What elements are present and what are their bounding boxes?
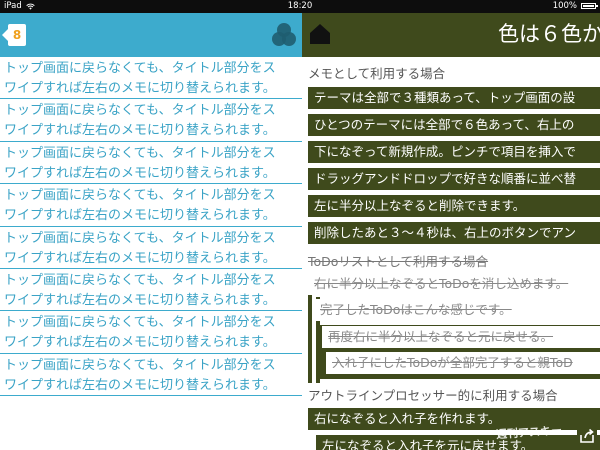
badge-count: 8 — [8, 24, 26, 46]
clock: 18:20 — [287, 1, 313, 11]
list-item[interactable]: トップ画面に戻らなくても、タイトル部分をス ワイプすれば左右のメモに切り替えられ… — [0, 142, 302, 185]
list-item[interactable]: 入れ子にしたToDoが全部完了すると親ToD — [326, 352, 600, 374]
list-item[interactable]: トップ画面に戻らなくても、タイトル部分をス ワイプすれば左右のメモに切り替えられ… — [0, 269, 302, 312]
list-item[interactable]: トップ画面に戻らなくても、タイトル部分をス ワイプすれば左右のメモに切り替えられ… — [0, 57, 302, 100]
list-item[interactable]: トップ画面に戻らなくても、タイトル部分をス ワイプすれば左右のメモに切り替えられ… — [0, 184, 302, 227]
page-title: 色は６色か — [498, 22, 600, 46]
status-bar: iPad 18:20 100% — [0, 0, 600, 13]
list-item[interactable]: 再度右に半分以上なぞると元に戻せる。 — [322, 326, 600, 348]
list-item[interactable]: 完了したToDoはこんな感じです。 — [314, 299, 600, 321]
tab-badge-icon[interactable]: 8 — [2, 24, 26, 46]
list-item[interactable]: ひとつのテーマには全部で６色あって、右上の — [308, 114, 600, 136]
battery-icon — [581, 3, 598, 9]
list-item[interactable]: トップ画面に戻らなくても、タイトル部分をス ワイプすれば左右のメモに切り替えられ… — [0, 311, 302, 354]
memo-list: トップ画面に戻らなくても、タイトル部分をス ワイプすれば左右のメモに切り替えられ… — [0, 57, 302, 397]
list-item[interactable]: トップ画面に戻らなくても、タイトル部分をス ワイプすれば左右のメモに切り替えられ… — [0, 227, 302, 269]
list-item[interactable]: 下になぞって新規作成。ピンチで項目を挿入で — [308, 141, 600, 163]
section-title-todo: ToDoリストとして利用する場合 — [308, 254, 489, 269]
section-title-memo: メモとして利用する場合 — [308, 66, 446, 81]
list-item[interactable]: 左に半分以上なぞると削除できます。 — [308, 195, 600, 217]
list-item[interactable]: 右に半分以上なぞるとToDoを消し込めます。 — [308, 273, 600, 295]
battery-percent: 100% — [552, 1, 577, 11]
share-icon[interactable] — [577, 427, 597, 445]
list-item[interactable]: トップ画面に戻らなくても、タイトル部分をス ワイプすれば左右のメモに切り替えられ… — [0, 354, 302, 397]
color-circles-icon[interactable] — [270, 21, 298, 49]
list-item[interactable]: テーマは全部で３種類あって、トップ画面の設 — [308, 87, 600, 109]
right-header[interactable]: 色は６色か — [302, 13, 600, 57]
list-item[interactable]: トップ画面に戻らなくても、タイトル部分をス ワイプすれば左右のメモに切り替えられ… — [0, 99, 302, 142]
home-icon[interactable] — [309, 23, 331, 45]
section-title-outline: アウトラインプロセッサー的に利用する場合 — [308, 388, 558, 403]
list-item[interactable]: ドラッグアンドドロップで好きな順番に並べ替 — [308, 168, 600, 190]
list-item[interactable]: 削除したあと３〜４秒は、右上のボタンでアン — [308, 222, 600, 244]
right-memo-panel: 色は６色か メモとして利用する場合 テーマは全部で３種類あって、トップ画面の設 … — [302, 13, 600, 450]
left-header[interactable]: 8 — [0, 13, 302, 57]
left-memo-panel: 8 トップ画面に戻らなくても、タイトル部分をス ワイプすれば左右のメモに切り替え… — [0, 13, 302, 450]
